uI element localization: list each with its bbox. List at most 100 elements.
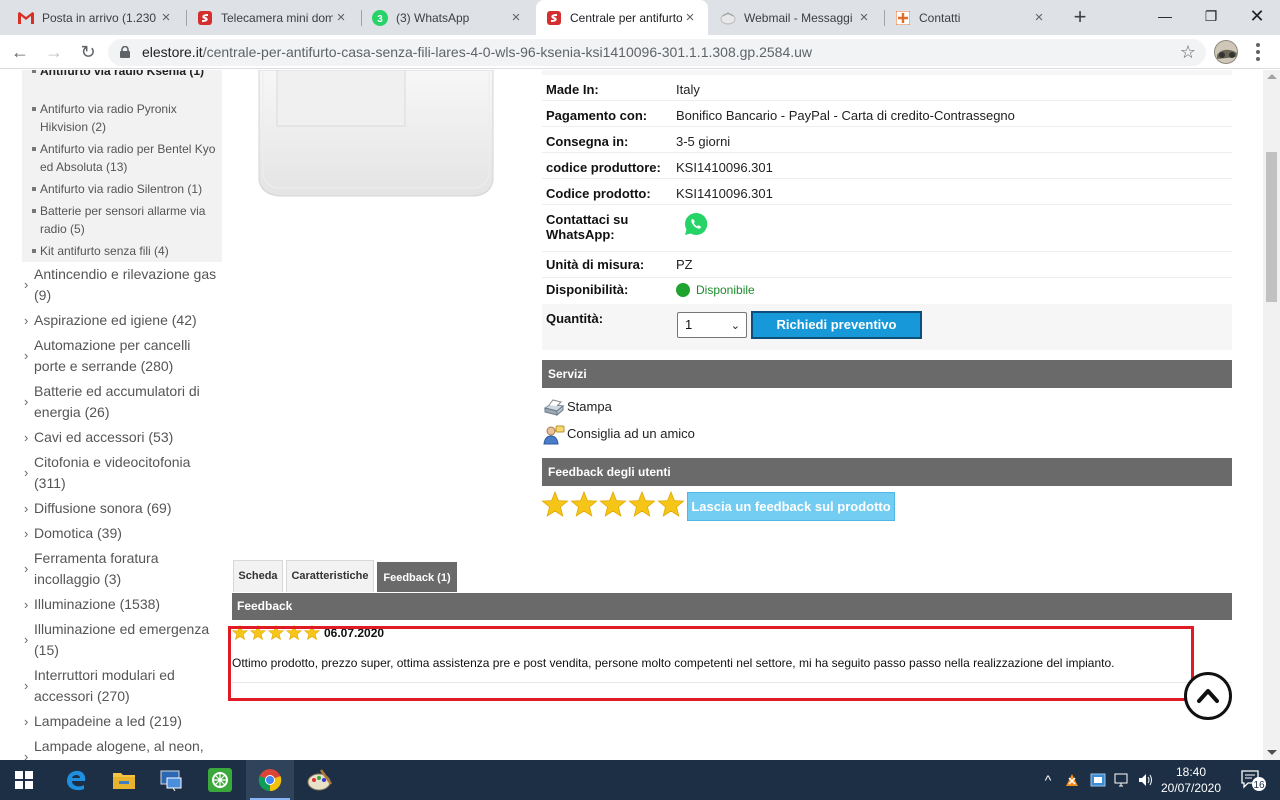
remote-desktop-icon[interactable] bbox=[148, 760, 196, 800]
tab-whatsapp[interactable]: 3 (3) WhatsApp × bbox=[362, 0, 534, 35]
close-icon[interactable]: × bbox=[508, 9, 524, 26]
edge-icon[interactable] bbox=[52, 760, 100, 800]
feedback-header: Feedback bbox=[232, 593, 1232, 620]
close-icon[interactable]: × bbox=[333, 9, 349, 26]
chevron-right-icon: › bbox=[24, 430, 29, 445]
subcategory-item[interactable]: Antifurto via radio Pyronix Hikvision (2… bbox=[32, 100, 218, 136]
scrollbar-thumb[interactable] bbox=[1266, 152, 1277, 302]
profile-avatar[interactable] bbox=[1214, 40, 1238, 64]
page-scrollbar[interactable] bbox=[1263, 70, 1280, 760]
close-icon[interactable]: × bbox=[158, 9, 174, 26]
forward-button[interactable]: → bbox=[42, 40, 66, 64]
system-clock[interactable]: 18:40 20/07/2020 bbox=[1160, 764, 1222, 796]
close-icon[interactable]: × bbox=[856, 9, 872, 26]
info-row-unit: Unità di misura: PZ bbox=[542, 252, 1232, 278]
tab-contatti[interactable]: Contatti × bbox=[885, 0, 1057, 35]
svg-text:16: 16 bbox=[1253, 780, 1265, 791]
app-green-icon[interactable] bbox=[196, 760, 244, 800]
show-hidden-icons-icon[interactable]: ^ bbox=[1040, 760, 1056, 800]
print-link[interactable]: Stampa bbox=[543, 396, 612, 418]
availability-dot-icon bbox=[676, 283, 690, 297]
rating-stars bbox=[541, 490, 687, 522]
tab-feedback[interactable]: Feedback (1) bbox=[377, 562, 457, 592]
tab-centrale-antifurto[interactable]: Centrale per antifurto × bbox=[536, 0, 708, 35]
user-recommend-icon bbox=[543, 425, 565, 445]
info-row-made-in: Made In: Italy bbox=[542, 75, 1232, 101]
subcategory-item[interactable]: Kit antifurto senza fili (4) bbox=[32, 242, 218, 260]
chevron-up-icon bbox=[1197, 689, 1219, 703]
review-highlight-box bbox=[228, 626, 1194, 701]
request-quote-button[interactable]: Richiedi preventivo bbox=[751, 311, 922, 339]
info-row-manufacturer-code: codice produttore: KSI1410096.301 bbox=[542, 153, 1232, 179]
chevron-right-icon: › bbox=[24, 313, 29, 328]
browser-toolbar: ← → ↻ elestore.it/centrale-per-antifurto… bbox=[0, 35, 1280, 69]
subcategory-item[interactable]: Antifurto via radio Ksenia (1) bbox=[32, 70, 218, 80]
notifications-icon[interactable]: 16 bbox=[1236, 760, 1270, 800]
printer-icon bbox=[543, 398, 565, 418]
store-icon bbox=[546, 10, 562, 26]
app-tray-icon[interactable] bbox=[1062, 760, 1082, 800]
reload-button[interactable]: ↻ bbox=[76, 40, 100, 64]
whatsapp-icon[interactable] bbox=[684, 212, 708, 239]
info-row-whatsapp: Contattaci su WhatsApp: bbox=[542, 205, 1232, 252]
chevron-right-icon: › bbox=[24, 465, 29, 480]
chevron-right-icon: › bbox=[24, 597, 29, 612]
leave-feedback-button[interactable]: Lascia un feedback sul prodotto bbox=[687, 492, 895, 521]
webmail-icon bbox=[720, 10, 736, 26]
services-header: Servizi bbox=[542, 360, 1232, 388]
subcategory-panel: Antifurto via radio Ksenia (1) Antifurto… bbox=[22, 70, 222, 262]
chevron-right-icon: › bbox=[24, 632, 29, 647]
back-button[interactable]: ← bbox=[8, 40, 32, 64]
subcategory-item[interactable]: Antifurto via radio Silentron (1) bbox=[32, 180, 218, 198]
info-row-payment: Pagamento con: Bonifico Bancario - PayPa… bbox=[542, 101, 1232, 127]
subcategory-item[interactable]: Antifurto via radio per Bentel Kyo ed Ab… bbox=[32, 140, 218, 176]
quantity-select[interactable]: 1 ⌄ bbox=[677, 312, 747, 338]
product-image[interactable] bbox=[255, 70, 495, 200]
windows-logo-icon bbox=[15, 771, 33, 789]
url-text: elestore.it/centrale-per-antifurto-casa-… bbox=[142, 44, 813, 60]
chevron-down-icon: ⌄ bbox=[730, 320, 740, 332]
contacts-icon bbox=[895, 10, 911, 26]
windows-taskbar: ^ 18:40 20/07/2020 16 bbox=[0, 760, 1280, 800]
close-window-button[interactable]: ✕ bbox=[1234, 0, 1280, 32]
chevron-right-icon: › bbox=[24, 561, 29, 576]
scroll-up-arrow-icon[interactable] bbox=[1267, 74, 1277, 79]
user-feedback-header: Feedback degli utenti bbox=[542, 458, 1232, 486]
info-row-product-code: Codice prodotto: KSI1410096.301 bbox=[542, 179, 1232, 205]
address-bar[interactable]: elestore.it/centrale-per-antifurto-casa-… bbox=[108, 39, 1206, 66]
chrome-icon[interactable] bbox=[246, 760, 294, 800]
close-icon[interactable]: × bbox=[1031, 9, 1047, 26]
chevron-right-icon: › bbox=[24, 526, 29, 541]
info-row-delivery: Consegna in: 3-5 giorni bbox=[542, 127, 1232, 153]
browser-tab-strip: Posta in arrivo (1.230 × Telecamera mini… bbox=[0, 0, 1280, 35]
tab-telecamera[interactable]: Telecamera mini dom × bbox=[187, 0, 359, 35]
svg-text:3: 3 bbox=[377, 14, 383, 25]
whatsapp-icon: 3 bbox=[372, 9, 388, 26]
scroll-down-arrow-icon[interactable] bbox=[1267, 750, 1277, 755]
scroll-to-top-button[interactable] bbox=[1184, 672, 1232, 720]
chevron-right-icon: › bbox=[24, 348, 29, 363]
file-explorer-icon[interactable] bbox=[100, 760, 148, 800]
paint-icon[interactable] bbox=[296, 760, 344, 800]
subcategory-item[interactable]: Batterie per sensori allarme via radio (… bbox=[32, 202, 218, 238]
tab-gmail[interactable]: Posta in arrivo (1.230 × bbox=[8, 0, 184, 35]
recommend-friend-link[interactable]: Consiglia ad un amico bbox=[543, 423, 695, 445]
volume-icon[interactable] bbox=[1135, 760, 1155, 800]
tab-webmail[interactable]: Webmail - Messaggi × bbox=[710, 0, 882, 35]
network-icon[interactable] bbox=[1112, 760, 1132, 800]
close-icon[interactable]: × bbox=[682, 9, 698, 26]
chevron-right-icon: › bbox=[24, 394, 29, 409]
minimize-button[interactable]: — bbox=[1142, 0, 1188, 32]
browser-menu-icon[interactable] bbox=[1250, 40, 1266, 64]
page-viewport: Antifurto via radio Ksenia (1) Antifurto… bbox=[0, 70, 1280, 760]
restore-button[interactable]: ❐ bbox=[1188, 0, 1234, 32]
lock-icon bbox=[120, 46, 130, 58]
bookmark-star-icon[interactable]: ☆ bbox=[1180, 42, 1196, 63]
new-tab-button[interactable]: + bbox=[1068, 5, 1092, 29]
network-app-icon[interactable] bbox=[1088, 760, 1108, 800]
start-button[interactable] bbox=[0, 760, 48, 800]
chevron-right-icon: › bbox=[24, 749, 29, 760]
info-row-availability: Disponibilità: Disponibile bbox=[546, 282, 755, 297]
tab-caratteristiche[interactable]: Caratteristiche bbox=[286, 560, 374, 592]
tab-scheda[interactable]: Scheda bbox=[233, 560, 283, 592]
